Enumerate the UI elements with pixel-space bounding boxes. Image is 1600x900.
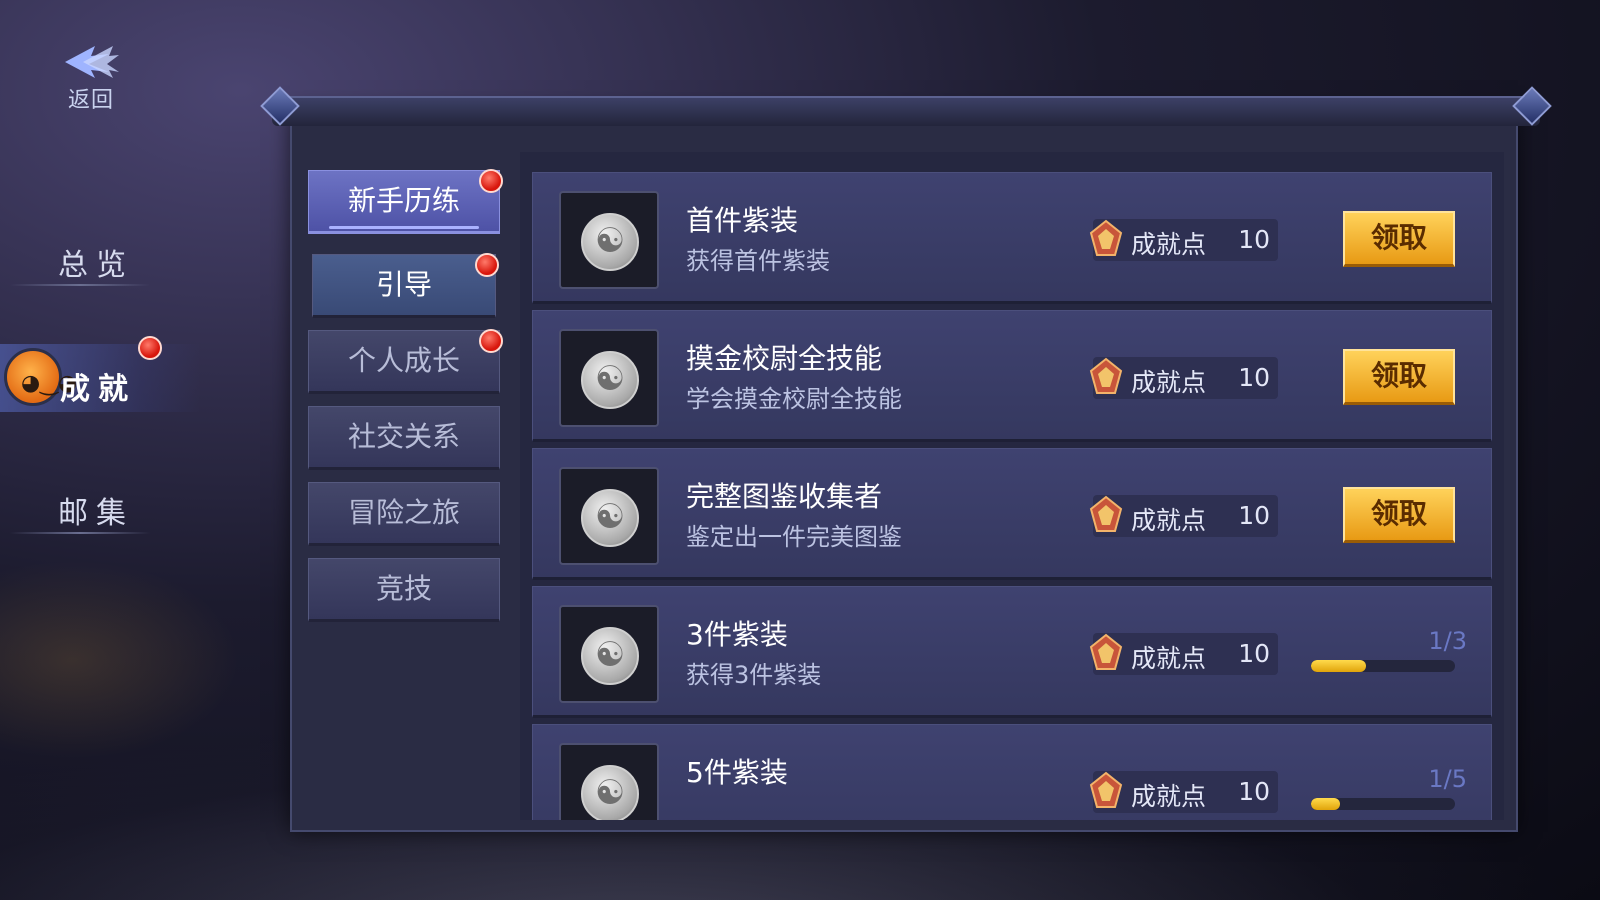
- tab-label: 社交关系: [347, 420, 460, 453]
- yin-yang-coin-icon: [581, 213, 639, 271]
- yin-yang-coin-icon: [581, 351, 639, 409]
- tab-guide[interactable]: 引导: [312, 253, 499, 318]
- back-button[interactable]: 返回: [56, 42, 126, 113]
- list-item: 完整图鉴收集者 鉴定出一件完美图鉴 成就点 10 领取: [532, 448, 1492, 580]
- list-item: 首件紫装 获得首件紫装 成就点 10 领取: [532, 172, 1492, 304]
- yin-yang-coin-icon: [581, 489, 639, 547]
- achievement-title: 3件紫装: [686, 618, 788, 651]
- claim-button[interactable]: 领取: [1343, 349, 1455, 405]
- back-label: 返回: [67, 88, 114, 113]
- achievement-title: 5件紫装: [686, 756, 788, 789]
- medal-icon: [1089, 633, 1123, 670]
- yin-yang-coin-icon: [581, 627, 639, 685]
- points-value: 10: [1238, 225, 1270, 254]
- nav-item-label: 总览: [58, 248, 134, 283]
- achievement-desc: 获得首件紫装: [686, 247, 830, 275]
- notification-dot: [138, 336, 162, 360]
- list-item: 摸金校尉全技能 学会摸金校尉全技能 成就点 10 领取: [532, 310, 1492, 442]
- nav-item-stamps[interactable]: 邮集: [0, 468, 200, 536]
- tab-arena[interactable]: 竞技: [308, 558, 500, 622]
- points-label: 成就点: [1131, 230, 1207, 259]
- medal-icon: [1089, 495, 1123, 532]
- achievement-title: 首件紫装: [686, 204, 799, 237]
- progress-text: 1/3: [1428, 627, 1467, 655]
- list-item: 3件紫装 获得3件紫装 成就点 10 1/3: [532, 586, 1492, 718]
- nav-item-achievements[interactable]: ◕‿◕ 成就: [0, 336, 200, 412]
- nav-divider: [10, 284, 150, 286]
- badge-frame: [559, 329, 659, 427]
- achievement-title: 摸金校尉全技能: [686, 342, 883, 375]
- achievement-desc: 鉴定出一件完美图鉴: [686, 523, 902, 551]
- achievement-desc: 学会摸金校尉全技能: [686, 385, 902, 413]
- points-value: 10: [1238, 501, 1270, 530]
- tab-social[interactable]: 社交关系: [308, 406, 500, 470]
- yin-yang-coin-icon: [581, 765, 639, 820]
- points-label: 成就点: [1131, 506, 1207, 535]
- points-label: 成就点: [1131, 368, 1207, 397]
- progress-text: 1/5: [1428, 765, 1467, 793]
- badge-frame: [559, 605, 659, 703]
- nav-item-overview[interactable]: 总览: [0, 220, 200, 288]
- points-label: 成就点: [1131, 644, 1207, 673]
- points-value: 10: [1238, 777, 1270, 806]
- tab-label: 竞技: [375, 572, 432, 605]
- badge-frame: [559, 191, 659, 289]
- progress-fill: [1311, 798, 1340, 810]
- badge-frame: [559, 467, 659, 565]
- achievement-panel: 新手历练 引导 个人成长 社交关系 冒险之旅 竞技 首件紫装 获得首件紫装: [260, 86, 1552, 832]
- badge-frame: [559, 743, 659, 820]
- tab-adventure[interactable]: 冒险之旅: [308, 482, 500, 546]
- medal-icon: [1089, 771, 1123, 808]
- achievement-desc: 获得3件紫装: [686, 661, 822, 689]
- frame-gem-icon: [1512, 86, 1552, 126]
- medal-icon: [1089, 219, 1123, 256]
- nav-item-label: 成就: [60, 372, 136, 407]
- points-label: 成就点: [1131, 782, 1207, 811]
- points-box: 成就点 10: [1089, 633, 1278, 675]
- progress-bar: [1311, 798, 1455, 810]
- achievement-title: 完整图鉴收集者: [686, 480, 883, 513]
- list-item: 5件紫装 成就点 10 1/5: [532, 724, 1492, 820]
- medal-icon: [1089, 357, 1123, 394]
- claim-button[interactable]: 领取: [1343, 211, 1455, 267]
- progress-bar: [1311, 660, 1455, 672]
- notification-dot: [479, 169, 503, 193]
- notification-dot: [475, 253, 499, 277]
- pumpkin-avatar-icon: ◕‿◕: [4, 348, 77, 406]
- tab-label: 个人成长: [347, 344, 460, 377]
- tab-label: 新手历练: [347, 184, 460, 217]
- nav-item-label: 邮集: [58, 496, 134, 531]
- tab-novice-training[interactable]: 新手历练: [308, 169, 503, 234]
- tab-label: 引导: [375, 268, 432, 301]
- points-box: 成就点 10: [1089, 219, 1278, 261]
- achievement-list[interactable]: 首件紫装 获得首件紫装 成就点 10 领取 摸金校尉全技能 学会摸金校尉全技能 …: [520, 152, 1504, 820]
- claim-button[interactable]: 领取: [1343, 487, 1455, 543]
- panel-top-frame: [260, 86, 1552, 126]
- points-box: 成就点 10: [1089, 771, 1278, 813]
- points-value: 10: [1238, 363, 1270, 392]
- notification-dot: [479, 329, 503, 353]
- points-box: 成就点 10: [1089, 495, 1278, 537]
- progress-fill: [1311, 660, 1366, 672]
- points-value: 10: [1238, 639, 1270, 668]
- nav-divider: [10, 532, 150, 534]
- category-tabs: 新手历练 引导 个人成长 社交关系 冒险之旅 竞技: [308, 169, 503, 634]
- double-chevron-left-icon: [65, 46, 119, 78]
- frame-gem-icon: [260, 86, 300, 126]
- left-nav: 总览 ◕‿◕ 成就 邮集: [0, 220, 200, 592]
- tab-label: 冒险之旅: [347, 496, 460, 529]
- tab-personal-growth[interactable]: 个人成长: [308, 329, 503, 394]
- points-box: 成就点 10: [1089, 357, 1278, 399]
